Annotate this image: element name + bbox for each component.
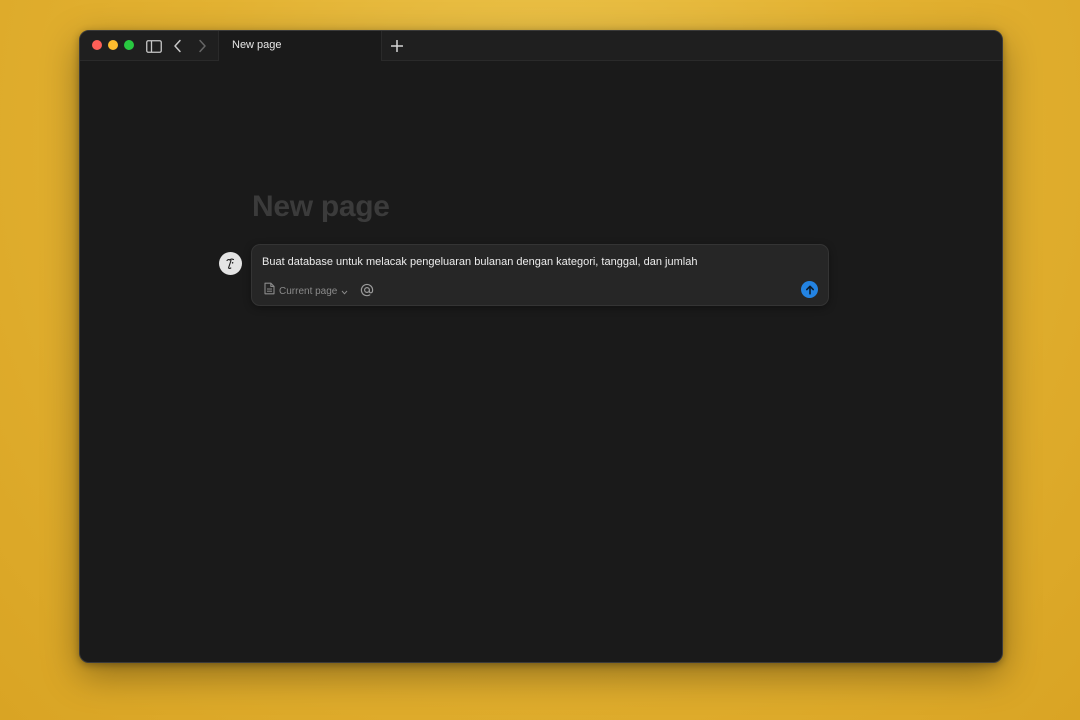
- back-arrow-icon[interactable]: [169, 37, 187, 55]
- tab-new-page[interactable]: New page: [218, 31, 382, 61]
- send-button[interactable]: [801, 281, 818, 298]
- forward-arrow-icon[interactable]: [193, 37, 211, 55]
- document-icon: [264, 282, 275, 300]
- at-icon[interactable]: [359, 282, 375, 298]
- arrow-up-icon: [805, 284, 814, 295]
- context-label: Current page: [279, 285, 338, 297]
- plus-icon[interactable]: [388, 37, 406, 55]
- minimize-window-button[interactable]: [108, 40, 118, 50]
- ai-face-icon: [219, 252, 242, 275]
- browser-window: New page New page Buat database untuk me…: [79, 30, 1003, 663]
- chevron-down-icon: [341, 282, 348, 300]
- title-bar: New page: [80, 31, 1002, 61]
- maximize-window-button[interactable]: [124, 40, 134, 50]
- tab-label: New page: [232, 39, 282, 51]
- current-page-context-button[interactable]: Current page: [264, 282, 348, 300]
- ai-prompt-composer[interactable]: Buat database untuk melacak pengeluaran …: [251, 244, 829, 306]
- sidebar-toggle-icon[interactable]: [145, 37, 163, 55]
- prompt-input[interactable]: Buat database untuk melacak pengeluaran …: [262, 256, 697, 268]
- page-title[interactable]: New page: [252, 190, 390, 224]
- close-window-button[interactable]: [92, 40, 102, 50]
